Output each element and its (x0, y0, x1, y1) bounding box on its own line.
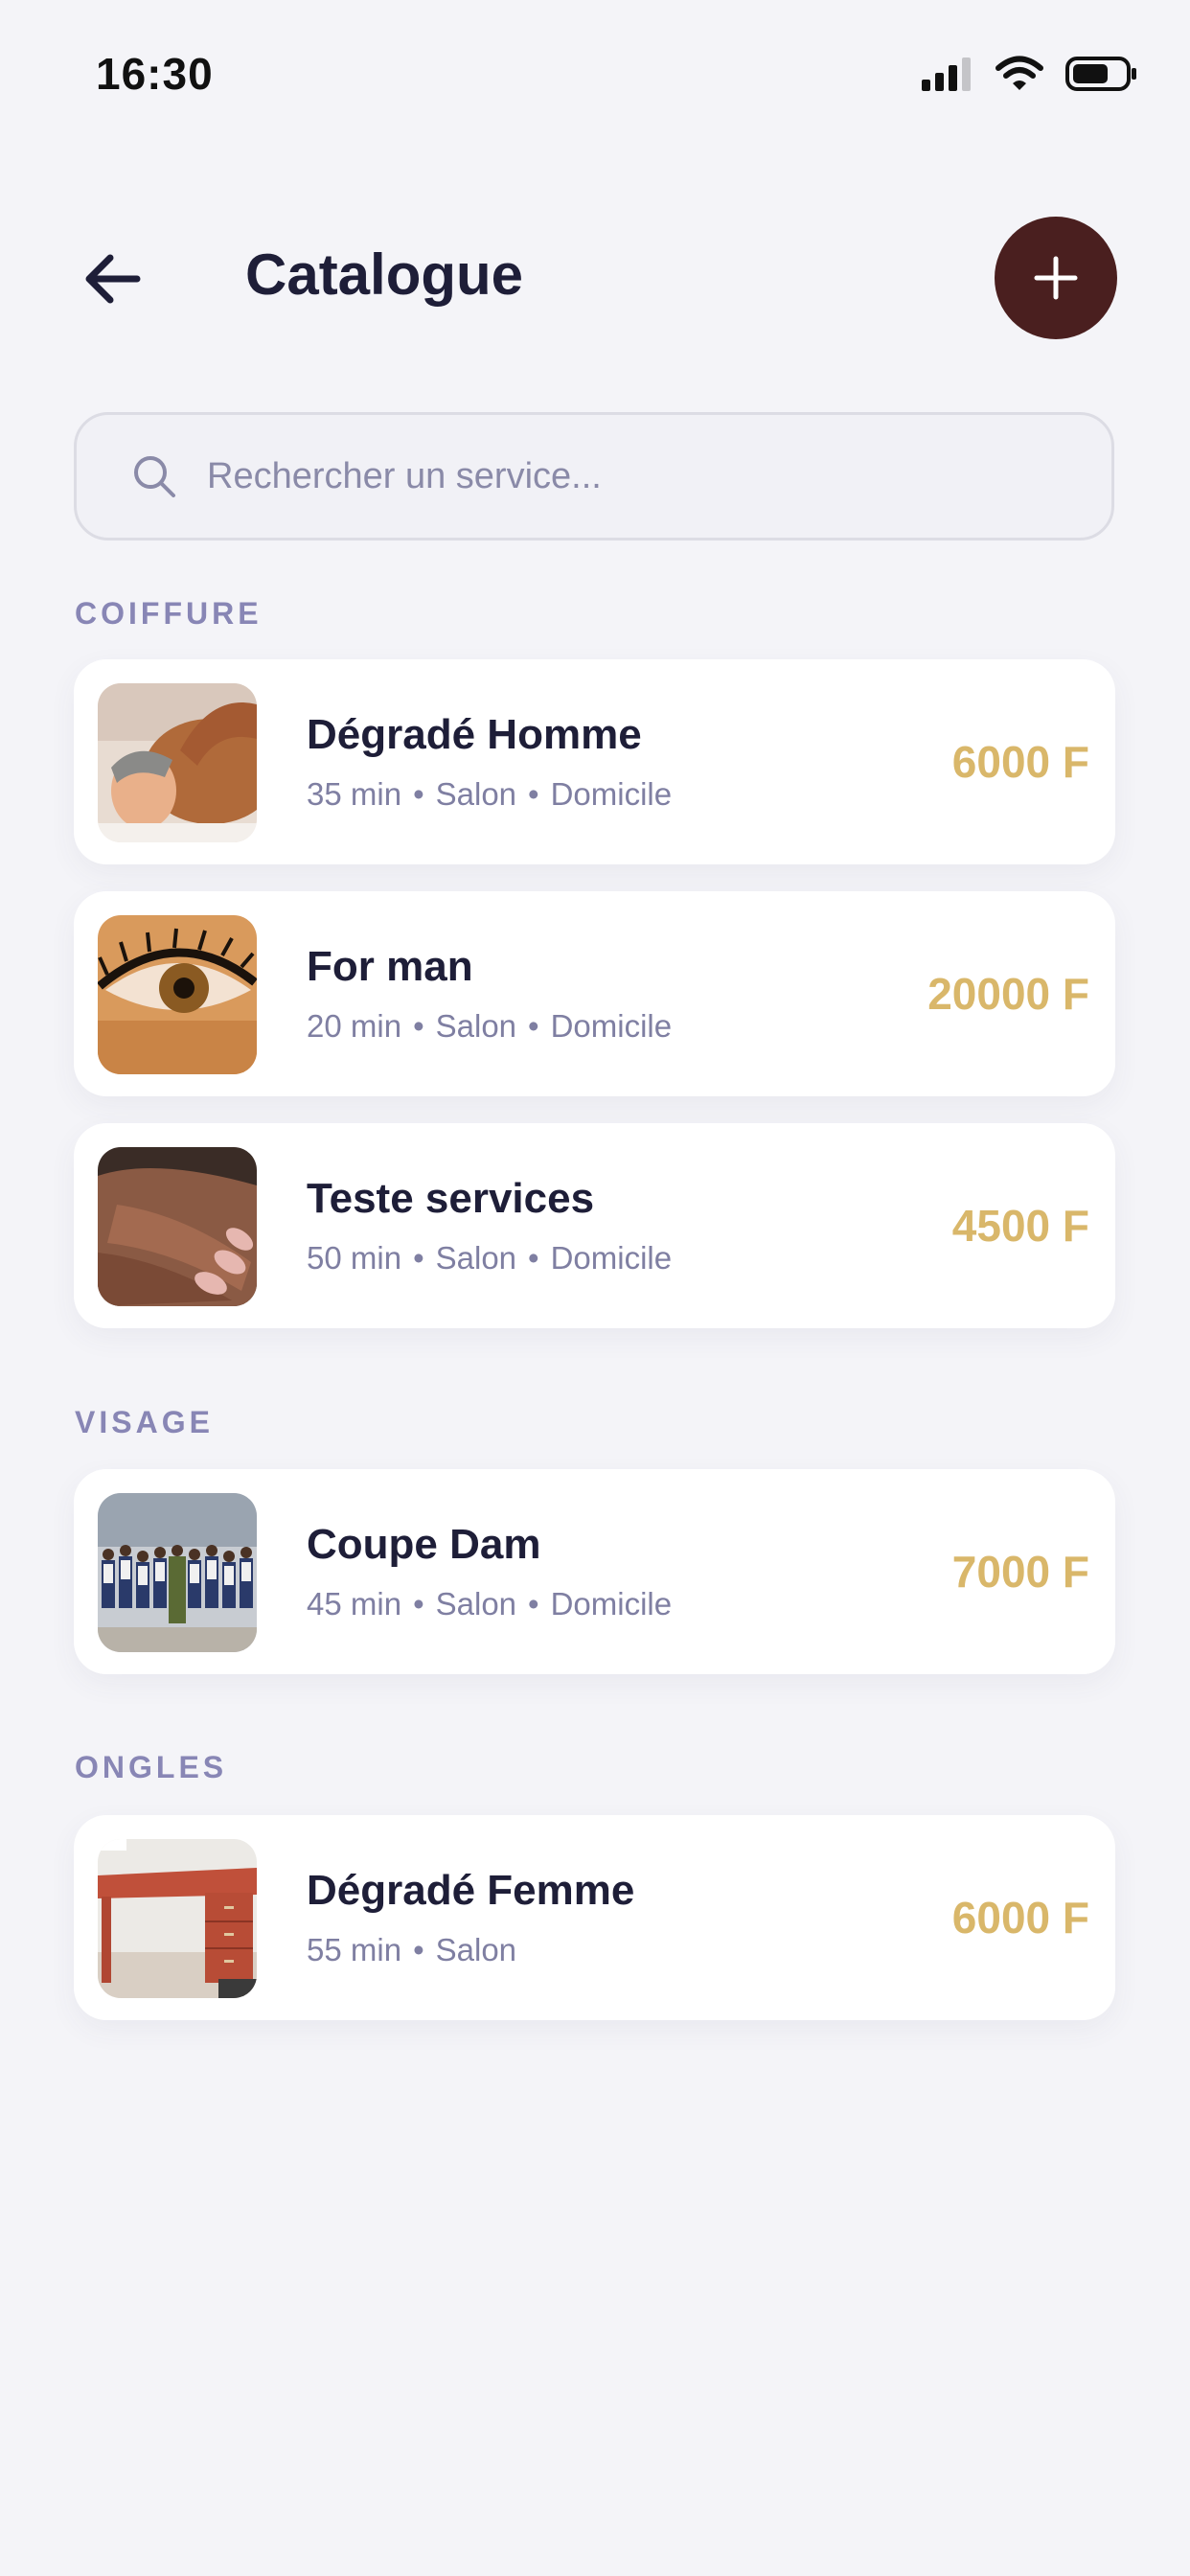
service-price: 6000 F (951, 737, 1089, 787)
service-image (98, 915, 257, 1074)
service-image (98, 1493, 257, 1652)
service-duration: 50 min (307, 1240, 402, 1276)
service-duration: 35 min (307, 776, 402, 812)
service-price: 7000 F (951, 1547, 1089, 1597)
service-tag: Domicile (550, 1240, 673, 1276)
plus-icon (1034, 256, 1078, 300)
service-name: Dégradé Homme (307, 711, 642, 758)
section-label-coiffure: COIFFURE (75, 596, 263, 631)
service-name: Teste services (307, 1175, 595, 1222)
service-name: For man (307, 943, 473, 990)
search-box[interactable] (74, 412, 1114, 540)
service-tag: Domicile (550, 1586, 673, 1622)
service-card[interactable]: Dégradé Homme 35 min • Salon • Domicile 6000… (74, 659, 1115, 864)
service-tag: Salon (435, 1932, 517, 1967)
service-card[interactable]: For man 20 min • Salon • Domicile 20000 F (74, 891, 1115, 1096)
service-image (98, 1147, 257, 1306)
arrow-left-icon (85, 254, 141, 304)
service-duration: 20 min (307, 1008, 402, 1044)
search-icon (134, 456, 175, 497)
service-tag: Domicile (550, 776, 673, 812)
cellular-signal-icon (922, 58, 971, 91)
page-title: Catalogue (245, 242, 524, 307)
service-price: 4500 F (951, 1201, 1089, 1251)
service-meta: 20 min • Salon • Domicile (307, 1008, 673, 1044)
service-tag: Salon (435, 1008, 517, 1044)
status-icons (920, 56, 1138, 92)
service-meta: 45 min • Salon • Domicile (307, 1586, 673, 1622)
section-label-ongles: ONGLES (75, 1750, 228, 1784)
service-card[interactable]: Dégradé Femme 55 min • Salon 6000 F (74, 1815, 1115, 2020)
status-time: 16:30 (96, 49, 214, 99)
service-name: Coupe Dam (307, 1521, 541, 1568)
back-button[interactable] (79, 245, 146, 312)
service-price: 6000 F (951, 1893, 1089, 1943)
service-duration: 45 min (307, 1586, 402, 1622)
service-tag: Salon (435, 776, 517, 812)
service-meta: 55 min • Salon (307, 1932, 517, 1967)
battery-icon (1065, 57, 1136, 91)
service-image (98, 683, 257, 842)
service-image (98, 1839, 257, 1998)
service-card[interactable]: Teste services 50 min • Salon • Domicile 450… (74, 1123, 1115, 1328)
section-label-visage: VISAGE (75, 1405, 214, 1439)
service-meta: 35 min • Salon • Domicile (307, 776, 673, 812)
service-card[interactable]: Coupe Dam 45 min • Salon • Domicile 7000 F (74, 1469, 1115, 1674)
service-meta: 50 min • Salon • Domicile (307, 1240, 673, 1276)
status-bar: 16:30 (0, 0, 1190, 144)
add-service-button[interactable] (995, 217, 1117, 339)
service-name: Dégradé Femme (307, 1867, 635, 1914)
service-tag: Salon (435, 1586, 517, 1622)
service-tag: Domicile (550, 1008, 673, 1044)
service-price: 20000 F (927, 969, 1089, 1019)
search-input[interactable] (205, 454, 1033, 498)
service-tag: Salon (435, 1240, 517, 1276)
service-duration: 55 min (307, 1932, 402, 1967)
wifi-icon (995, 56, 1043, 90)
